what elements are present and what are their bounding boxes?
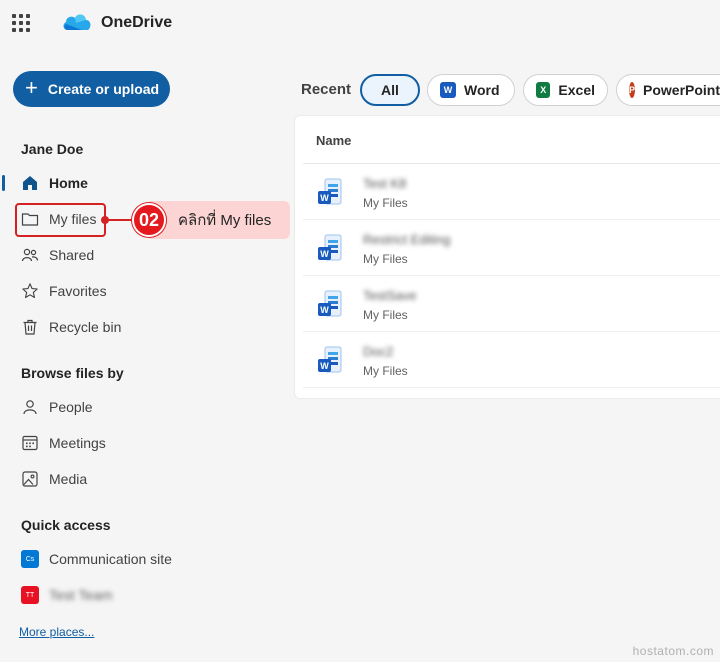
filter-powerpoint-pill[interactable]: P PowerPoint	[616, 74, 720, 106]
filter-label: Excel	[558, 82, 595, 98]
callout-connector	[105, 219, 135, 221]
sidebar-item-home[interactable]: Home	[21, 171, 88, 195]
image-icon	[21, 470, 39, 488]
trash-icon	[21, 318, 39, 336]
step-number-badge: 02	[132, 203, 166, 237]
svg-text:W: W	[320, 193, 329, 203]
quick-access-test-team[interactable]: TT Test Team	[21, 583, 113, 607]
highlight-frame	[15, 203, 106, 237]
file-name[interactable]: Test K8	[363, 176, 406, 191]
top-bar: OneDrive	[0, 0, 720, 48]
sidebar-item-label: Meetings	[49, 435, 106, 451]
site-badge-icon: Cs	[21, 550, 39, 568]
quick-access-label: Test Team	[49, 587, 113, 603]
file-location: My Files	[363, 364, 408, 378]
filter-all-pill[interactable]: All	[360, 74, 420, 106]
file-location: My Files	[363, 252, 408, 266]
sidebar-item-label: People	[49, 399, 93, 415]
filter-excel-pill[interactable]: X Excel	[523, 74, 608, 106]
callout-text: คลิกที่ My files	[150, 201, 290, 239]
onedrive-logo-icon[interactable]	[62, 11, 92, 33]
callout-dot	[101, 216, 109, 224]
file-row[interactable]: W Restrict Editing My Files	[303, 220, 720, 276]
plus-icon: +	[25, 75, 38, 100]
sidebar-item-people[interactable]: People	[21, 395, 93, 419]
calendar-icon	[21, 434, 39, 452]
file-name[interactable]: TestSave	[363, 288, 416, 303]
sidebar-item-label: Favorites	[49, 283, 107, 299]
filter-label: Word	[464, 82, 500, 98]
watermark-text: hostatom.com	[632, 644, 714, 658]
word-document-icon: W	[318, 290, 342, 317]
sidebar-item-shared[interactable]: Shared	[21, 243, 94, 267]
active-indicator	[2, 175, 5, 191]
sidebar-item-label: Recycle bin	[49, 319, 122, 335]
sidebar-item-label: Home	[49, 175, 88, 191]
filter-word-pill[interactable]: W Word	[427, 74, 515, 106]
app-launcher-icon[interactable]	[12, 14, 30, 32]
recent-label: Recent	[301, 81, 352, 98]
svg-text:W: W	[320, 249, 329, 259]
person-icon	[21, 398, 39, 416]
app-title[interactable]: OneDrive	[101, 14, 172, 32]
name-column-header[interactable]: Name	[316, 133, 351, 148]
file-row[interactable]: W Doc2 My Files	[303, 332, 720, 388]
word-icon: W	[440, 82, 456, 98]
sidebar-item-recycle-bin[interactable]: Recycle bin	[21, 315, 121, 339]
file-name[interactable]: Doc2	[363, 344, 393, 359]
powerpoint-icon: P	[629, 82, 636, 98]
quick-access-label: Communication site	[49, 551, 172, 567]
sidebar-item-label: Shared	[49, 247, 95, 263]
site-badge-icon: TT	[21, 586, 39, 604]
excel-icon: X	[536, 82, 551, 98]
filter-label: PowerPoint	[643, 82, 720, 98]
browse-files-heading: Browse files by	[21, 365, 124, 381]
file-name[interactable]: Restrict Editing	[363, 232, 450, 247]
star-icon	[21, 282, 39, 300]
sidebar-item-meetings[interactable]: Meetings	[21, 431, 106, 455]
recent-files-panel: Name W Test K8 My Files W Restrict Editi…	[294, 115, 720, 399]
word-document-icon: W	[318, 346, 342, 373]
file-location: My Files	[363, 308, 408, 322]
quick-access-heading: Quick access	[21, 517, 111, 533]
home-icon	[21, 174, 39, 192]
file-location: My Files	[363, 196, 408, 210]
people-icon	[21, 246, 39, 264]
user-name: Jane Doe	[21, 141, 84, 157]
svg-text:W: W	[320, 361, 329, 371]
create-or-upload-button[interactable]: + Create or upload	[13, 71, 170, 107]
filter-label: All	[381, 82, 399, 98]
sidebar-item-favorites[interactable]: Favorites	[21, 279, 107, 303]
word-document-icon: W	[318, 234, 342, 261]
create-or-upload-label: Create or upload	[47, 81, 160, 97]
svg-text:W: W	[320, 305, 329, 315]
quick-access-communication-site[interactable]: Cs Communication site	[21, 547, 172, 571]
word-document-icon: W	[318, 178, 342, 205]
more-places-link[interactable]: More places...	[19, 625, 94, 639]
sidebar-item-media[interactable]: Media	[21, 467, 87, 491]
file-row[interactable]: W Test K8 My Files	[303, 164, 720, 220]
file-row[interactable]: W TestSave My Files	[303, 276, 720, 332]
sidebar-item-label: Media	[49, 471, 88, 487]
